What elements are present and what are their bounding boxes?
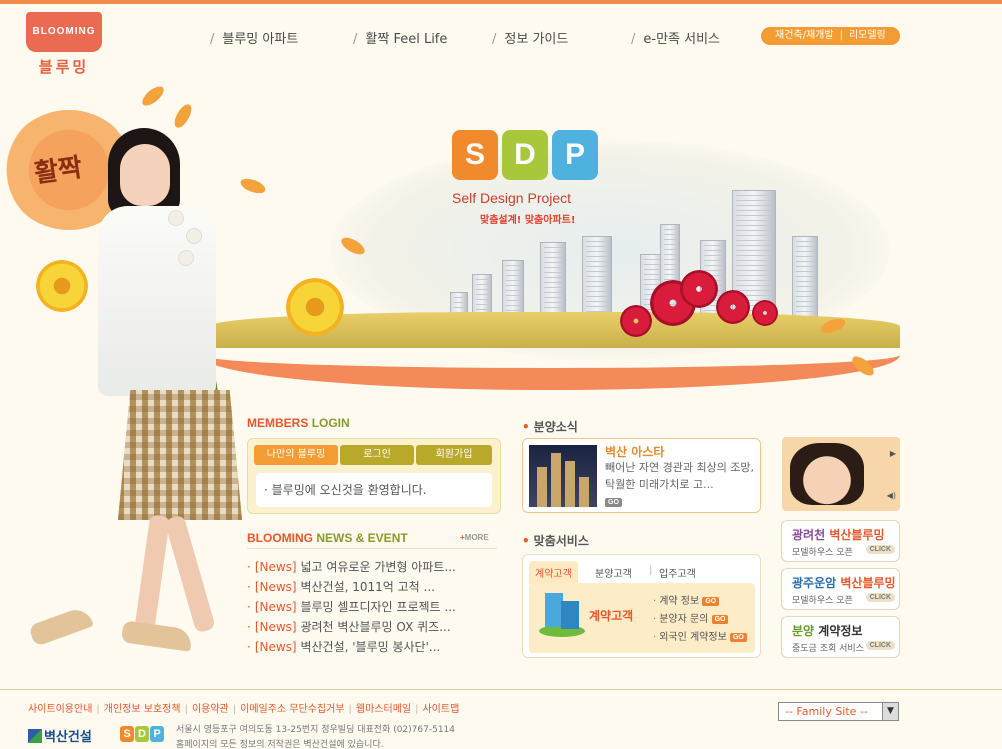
custom-service-title: • 맞춤서비스 [522,534,589,548]
red-flower [680,270,718,308]
building [502,260,524,320]
news-item[interactable]: · [News] 광려천 벽산블루밍 OX 퀴즈... [247,618,497,638]
news-list: · [News] 넓고 여유로운 가변형 아파트... · [News] 벽산건설,… [247,558,497,658]
red-flower [620,305,652,337]
nav-item-e-service[interactable]: / e-만족 서비스 [631,28,720,47]
logo-brand-en: BLOOMING [26,12,102,52]
promo-model-photo [790,443,864,505]
news-item[interactable]: · [News] 벽산건설, '블루밍 봉사단'... [247,638,497,658]
company-logo: 벽산건설 [28,726,112,745]
sdp-logo[interactable]: S D P Self Design Project 맞춤설계! 맞춤아파트! [452,130,602,230]
footer-link-sitemap[interactable]: 사이트맵 [422,704,459,715]
nav-item-apartment[interactable]: / 블루밍 아파트 [210,28,298,47]
building [792,236,818,320]
quick-link-remodeling[interactable]: 리모델링 [849,27,886,45]
sales-go-button[interactable]: GO [605,497,622,507]
white-rose [186,228,202,244]
red-flower [716,290,750,324]
footer-link-privacy[interactable]: 개인정보 보호정책 [104,704,181,715]
sales-item-title: 벽산 아스타 [605,445,665,459]
service-panel-label: 계약고객 [589,609,634,623]
sdp-letter-s: S [452,130,498,180]
top-accent-line [0,0,1002,4]
news-item[interactable]: · [News] 벽산건설, 1011억 고척 ... [247,578,497,598]
quick-links: 재건축/재개발 | 리모델링 [761,27,900,45]
promo-sales-contract[interactable]: 분양 계약정보 중도금 조회 서비스 CLICK [781,616,900,658]
tab-resident-customer[interactable]: 입주고객 [659,565,696,580]
tab-login[interactable]: 로그인 [340,445,414,465]
promo-gwangryeocheon[interactable]: 광려천 벽산블루밍 모델하우스 오픈 CLICK [781,520,900,562]
news-item[interactable]: · [News] 넓고 여유로운 가변형 아파트... [247,558,497,578]
promo-video[interactable]: ▶ ◀) [782,437,900,511]
sales-thumbnail [529,445,597,507]
white-rose [168,210,184,226]
model-leg [164,514,216,634]
footer-link-email-refusal[interactable]: 이메일주소 무단수집거부 [240,704,344,715]
family-site-select[interactable]: -- Family Site -- ▼ [778,702,899,721]
tab-contract-customer[interactable]: 계약고객 [529,561,578,584]
logo-brand-ko: 블루밍 [38,58,90,76]
footer-divider [0,689,1002,690]
volume-icon[interactable]: ◀) [887,491,896,500]
promo-subtitle: 모델하우스 오픈 [792,596,853,606]
divider [247,548,497,549]
link-foreigner-contract[interactable]: · 외국인 계약정보 GO [653,629,747,647]
model-leg [133,514,171,636]
building [540,242,566,320]
red-flower [752,300,778,326]
service-panel: 계약고객 · 계약 정보 GO · 분양자 문의 GO · 외국인 계약정보 GO [529,583,755,653]
link-contract-info[interactable]: · 계약 정보 GO [653,593,747,611]
service-links: · 계약 정보 GO · 분양자 문의 GO · 외국인 계약정보 GO [653,593,747,647]
building [582,236,612,320]
welcome-message: · 블루밍에 오신것을 환영합니다. [256,473,492,507]
sdp-letter-p: P [552,130,598,180]
nav-item-feel-life[interactable]: / 활짝 Feel Life [353,28,447,47]
footer-address: 서울시 영등포구 여의도동 13-25번지 정우빌딩 대표전화 (02)767-… [176,725,456,749]
footer-link-terms[interactable]: 이용약관 [192,704,229,715]
footer-links: 사이트이용안내 | 개인정보 보호정책 | 이용약관 | 이메일주소 무단수집거부 | 웹마스터… [28,704,460,715]
nav-item-info-guide[interactable]: / 정보 가이드 [492,28,568,47]
sunflower [286,278,344,336]
site-logo[interactable]: BLOOMING 블루밍 [26,12,102,76]
model-shoe [120,620,194,652]
promo-subtitle: 중도금 조회 서비스 [792,644,864,654]
news-more-link[interactable]: +MORE [460,533,489,542]
model-shoe [28,605,94,647]
building-icon [539,593,587,639]
footer-link-webmaster[interactable]: 웹마스터메일 [356,704,411,715]
link-buyer-inquiry[interactable]: · 분양자 문의 GO [653,611,747,629]
footer-sdp-logo: SDP [120,726,165,742]
model-skirt [118,390,242,520]
sales-news-title: • 분양소식 [522,420,578,434]
login-box: 나만의 블루밍 로그인 회원가입 · 블루밍에 오신것을 환영합니다. [247,438,501,514]
news-title: BLOOMING NEWS & EVENT [247,531,408,545]
promo-subtitle: 모델하우스 오픈 [792,548,853,558]
click-button[interactable]: CLICK [865,545,895,554]
sdp-subtitle: 맞춤설계! 맞춤아파트! [480,215,576,226]
click-button[interactable]: CLICK [865,641,895,650]
sdp-letter-d: D [502,130,548,180]
quick-link-reconstruction[interactable]: 재건축/재개발 [775,27,834,45]
play-icon[interactable]: ▶ [890,449,896,458]
click-button[interactable]: CLICK [865,593,895,602]
custom-service-box: 계약고객 분양고객 | 입주고객 계약고객 · 계약 정보 GO · 분양자 문의 … [522,554,761,658]
sales-news-card[interactable]: 벽산 아스타 빼어난 자연 경관과 최상의 조망, 탁월한 미래가치로 고...… [522,438,761,513]
model-figure [0,110,250,710]
sales-item-description: 빼어난 자연 경관과 최상의 조망, 탁월한 미래가치로 고... GO [605,461,755,507]
sdp-title: Self Design Project [452,190,572,206]
tab-separator: | [649,565,653,576]
tab-my-blooming[interactable]: 나만의 블루밍 [254,445,338,465]
service-tabs: 계약고객 분양고객 | 입주고객 [529,559,755,584]
leaf [139,83,167,109]
promo-gwangju-unam[interactable]: 광주운암 벽산블루밍 모델하우스 오픈 CLICK [781,568,900,610]
white-rose [178,250,194,266]
model-face [120,144,170,206]
login-tabs: 나만의 블루밍 로그인 회원가입 [254,445,494,465]
tab-sales-customer[interactable]: 분양고객 [595,565,632,580]
footer-link-site-guide[interactable]: 사이트이용안내 [28,704,92,715]
chevron-down-icon[interactable]: ▼ [882,703,898,720]
tab-signup[interactable]: 회원가입 [416,445,492,465]
news-item[interactable]: · [News] 블루밍 셀프디자인 프로젝트 ... [247,598,497,618]
members-login-title: MEMBERS LOGIN [247,416,350,430]
